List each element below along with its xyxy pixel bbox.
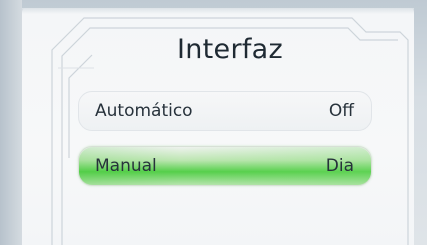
menu-item-label: Automático [95,101,193,121]
page-title: Interfaz [177,34,283,65]
menu-item-value: Dia [325,156,354,176]
menu-item-manual[interactable]: Manual Dia [78,146,372,186]
menu-item-label: Manual [95,156,157,176]
menu-item-value: Off [328,101,354,121]
menu-item-automatico[interactable]: Automático Off [78,91,372,131]
device-bezel-edge [0,0,22,245]
